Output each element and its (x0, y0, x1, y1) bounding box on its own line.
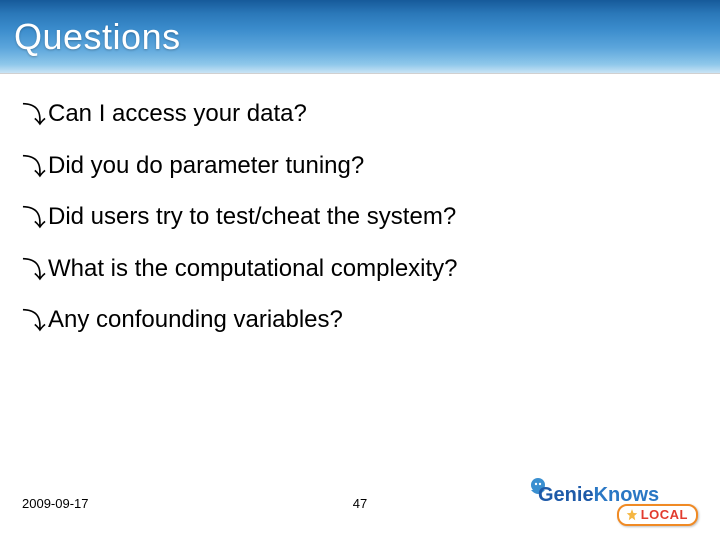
bullet-icon: ⤵ (22, 156, 46, 180)
logo-word-1: Genie (538, 484, 594, 506)
list-item: ⤵ Did users try to test/cheat the system… (22, 203, 698, 231)
bullet-icon: ⤵ (22, 207, 46, 231)
title-bar: Questions (0, 0, 720, 74)
logo-local-badge: LOCAL (617, 504, 698, 526)
content-area: ⤵ Can I access your data? ⤵ Did you do p… (0, 74, 720, 334)
star-icon (625, 508, 639, 522)
bullet-text: Can I access your data? (48, 100, 307, 128)
footer: 2009-09-17 47 GenieKnows LOCAL (0, 480, 720, 530)
logo: GenieKnows LOCAL (538, 480, 698, 526)
list-item: ⤵ Any confounding variables? (22, 306, 698, 334)
bullet-icon: ⤵ (22, 104, 46, 128)
logo-word-2: Knows (594, 484, 660, 506)
bullet-text: Did users try to test/cheat the system? (48, 203, 456, 231)
bullet-text: Any confounding variables? (48, 306, 343, 334)
bullet-icon: ⤵ (22, 259, 46, 283)
logo-local-text: LOCAL (641, 507, 688, 522)
bullet-text: What is the computational complexity? (48, 255, 458, 283)
bullet-text: Did you do parameter tuning? (48, 152, 364, 180)
slide-title: Questions (14, 16, 181, 58)
list-item: ⤵ Did you do parameter tuning? (22, 152, 698, 180)
footer-page-number: 47 (353, 496, 367, 511)
list-item: ⤵ What is the computational complexity? (22, 255, 698, 283)
bullet-icon: ⤵ (22, 310, 46, 334)
footer-date: 2009-09-17 (22, 496, 89, 511)
list-item: ⤵ Can I access your data? (22, 100, 698, 128)
